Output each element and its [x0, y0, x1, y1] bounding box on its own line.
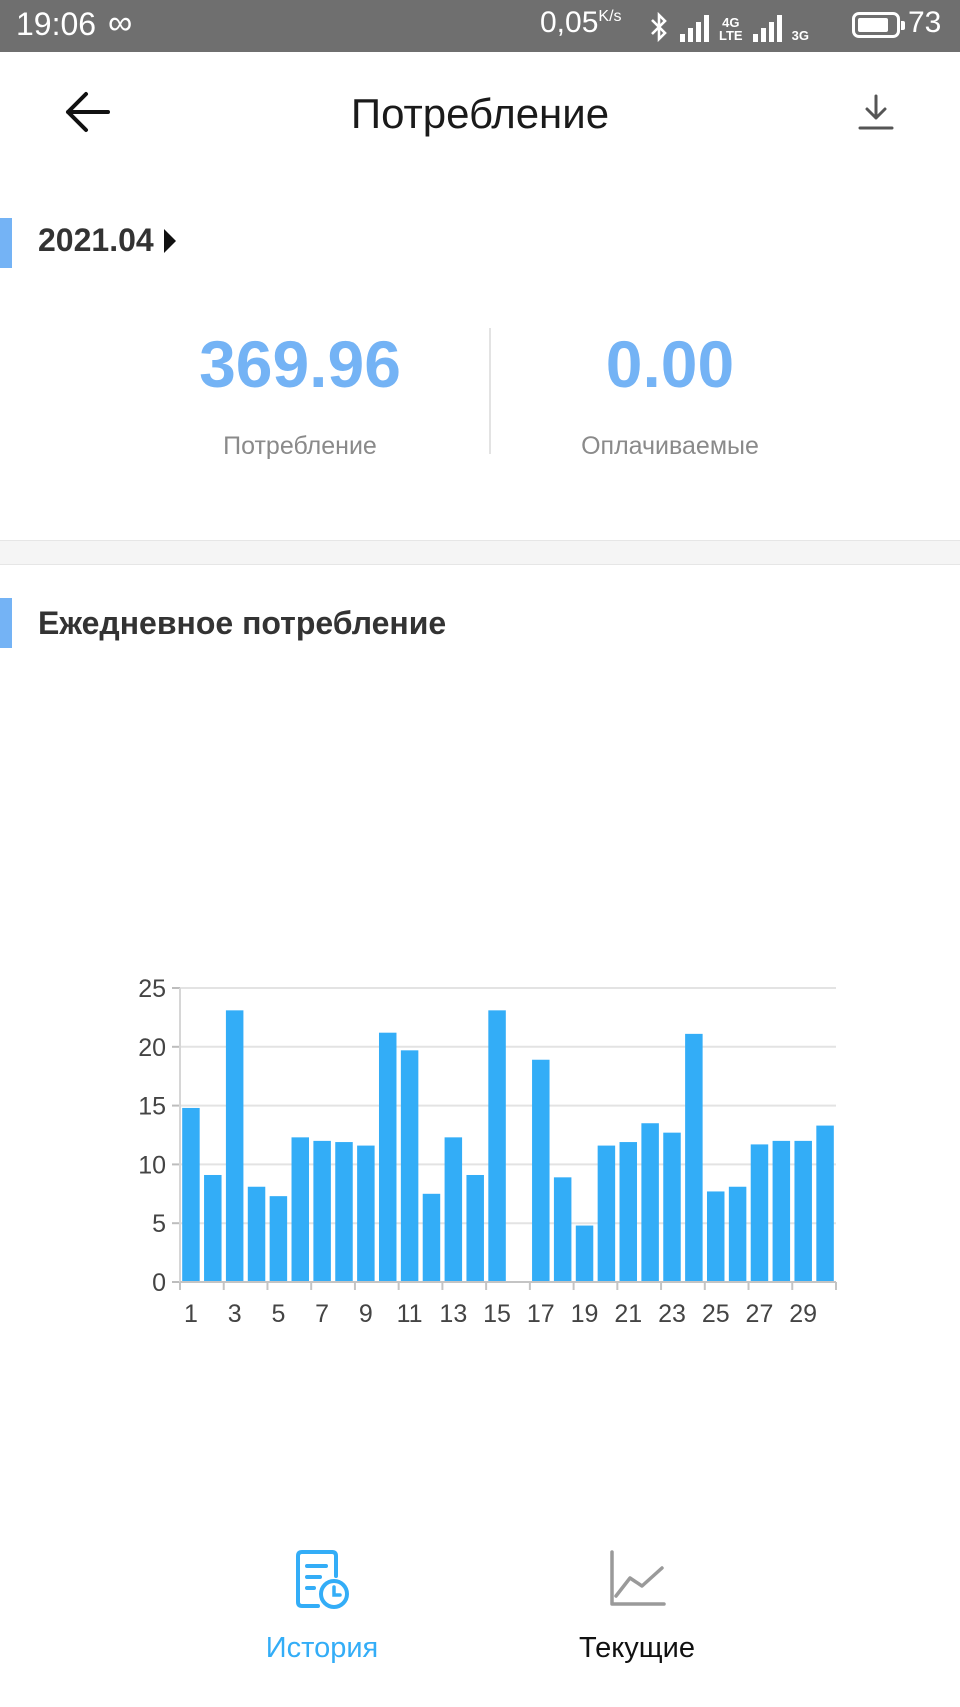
bar-day-11	[400, 1050, 419, 1282]
status-time: 19:06	[16, 6, 97, 42]
y-tick-label: 25	[138, 975, 166, 1003]
bar-day-3	[225, 1010, 244, 1282]
bar-day-6	[291, 1137, 310, 1282]
x-tick-label: 23	[658, 1300, 686, 1328]
bar-day-30	[816, 1125, 834, 1282]
bar-day-26	[728, 1186, 747, 1282]
signal-icon-1	[680, 14, 709, 42]
y-tick-label: 20	[138, 1034, 166, 1062]
x-tick-label: 29	[789, 1300, 817, 1328]
bar-day-2	[204, 1174, 222, 1282]
chart-x-axis	[179, 1281, 837, 1290]
history-document-icon	[296, 1550, 349, 1609]
status-bar: 19:06 ∞ 0,05K/s 4G LTE 3G 73	[0, 0, 960, 52]
bar-day-27	[750, 1144, 769, 1282]
bar-day-19	[575, 1225, 594, 1282]
daily-consumption-title: Ежедневное потребление	[38, 605, 447, 641]
signal-icon-2	[752, 14, 782, 42]
section-separator	[0, 540, 960, 565]
period-accent-bar	[0, 218, 12, 268]
bar-day-8	[335, 1142, 353, 1282]
bluetooth-icon	[651, 12, 667, 42]
period-selector[interactable]: 2021.04	[38, 222, 176, 259]
bar-day-24	[685, 1033, 703, 1282]
bar-day-13	[444, 1137, 463, 1282]
page-title: Потребление	[350, 90, 610, 137]
y-tick-label: 15	[138, 1093, 166, 1121]
bar-day-25	[706, 1191, 725, 1282]
bar-day-21	[619, 1142, 638, 1282]
x-tick-label: 9	[359, 1300, 373, 1328]
chart-bars	[182, 1010, 834, 1282]
x-tick-label: 21	[614, 1300, 642, 1328]
bar-day-20	[597, 1145, 616, 1282]
bar-day-7	[313, 1140, 331, 1282]
bar-day-29	[794, 1140, 812, 1282]
network-type-1: 4G LTE	[719, 15, 743, 43]
consumption-stat: 369.96 Потребление	[130, 326, 470, 461]
chart-x-axis-labels: 1 3 5 7 9 11 13 15 17 19 21 23 25 27 29	[184, 1300, 817, 1328]
bar-day-5	[269, 1196, 288, 1282]
payable-value: 0.00	[605, 327, 735, 401]
bar-day-1	[182, 1107, 200, 1282]
chart-y-axis-labels: 0 5 10 15 20 25	[138, 975, 166, 1297]
bar-day-12	[422, 1193, 441, 1282]
x-tick-label: 15	[483, 1300, 511, 1328]
network-speed: 0,05K/s	[540, 6, 622, 40]
x-tick-label: 3	[228, 1300, 242, 1328]
network-type-2: 3G	[791, 28, 809, 43]
y-tick-label: 10	[138, 1151, 166, 1179]
nav-history-label: История	[265, 1632, 379, 1664]
line-chart-icon	[610, 1550, 666, 1606]
network-speed-value: 0,05	[540, 6, 599, 39]
download-icon[interactable]	[856, 92, 896, 132]
nav-history[interactable]: История	[222, 1548, 422, 1665]
x-tick-label: 19	[571, 1300, 599, 1328]
stat-divider	[489, 328, 491, 454]
bar-day-10	[378, 1032, 397, 1282]
period-label: 2021.04	[38, 222, 154, 258]
network-speed-unit: K/s	[598, 8, 622, 25]
bar-day-18	[553, 1177, 572, 1282]
x-tick-label: 11	[397, 1300, 423, 1328]
x-tick-label: 17	[527, 1300, 555, 1328]
status-icons: 4G LTE 3G	[648, 10, 809, 42]
x-tick-label: 27	[746, 1300, 774, 1328]
daily-consumption-chart: 0510152025 1 3 5 7 9 11 13 15 17 19 21 23 25 27 29	[138, 975, 837, 1328]
daily-accent-bar	[0, 598, 12, 648]
bar-day-22	[641, 1123, 659, 1282]
payable-stat: 0.00 Оплачиваемые	[500, 326, 840, 461]
payable-label: Оплачиваемые	[581, 432, 759, 460]
consumption-label: Потребление	[223, 432, 377, 460]
y-tick-label: 0	[152, 1269, 166, 1297]
nav-current-label: Текущие	[579, 1632, 695, 1664]
consumption-value: 369.96	[199, 327, 401, 401]
bar-day-14	[466, 1174, 484, 1282]
nav-current[interactable]: Текущие	[537, 1548, 737, 1665]
x-tick-label: 1	[184, 1300, 198, 1328]
y-tick-label: 5	[152, 1210, 166, 1238]
caret-right-icon	[163, 228, 176, 253]
bar-day-23	[663, 1132, 681, 1282]
x-tick-label: 7	[315, 1300, 329, 1328]
x-tick-label: 5	[271, 1300, 285, 1328]
infinity-icon: ∞	[108, 4, 133, 42]
bar-day-15	[488, 1010, 506, 1282]
bar-day-17	[532, 1059, 550, 1282]
bar-day-28	[772, 1140, 791, 1282]
bar-day-9	[357, 1145, 375, 1282]
bar-day-4	[247, 1186, 266, 1282]
app-header: Потребление	[0, 52, 960, 172]
battery-icon	[852, 12, 905, 38]
x-tick-label: 13	[439, 1300, 467, 1328]
battery-level: 73	[908, 6, 942, 39]
x-tick-label: 25	[702, 1300, 730, 1328]
